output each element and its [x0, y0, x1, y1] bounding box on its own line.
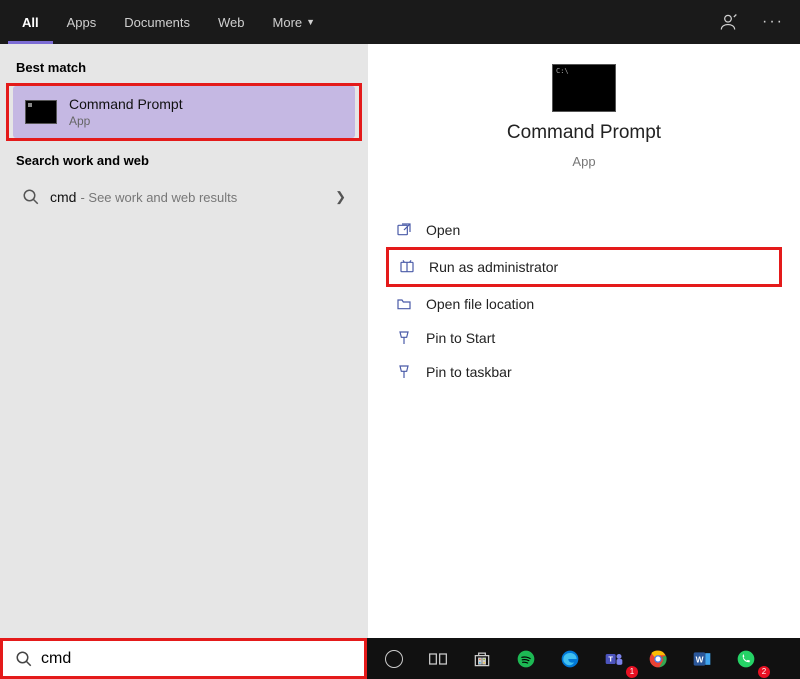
- search-input[interactable]: [41, 641, 364, 676]
- folder-icon: [396, 296, 412, 312]
- web-query-text: cmd: [50, 189, 76, 205]
- action-label: Pin to Start: [426, 330, 495, 346]
- search-web-label: Search work and web: [4, 147, 364, 176]
- tab-more-label: More: [273, 15, 303, 30]
- tab-documents[interactable]: Documents: [110, 0, 204, 44]
- action-pin-to-start[interactable]: Pin to Start: [386, 321, 782, 355]
- action-label: Open file location: [426, 296, 534, 312]
- command-prompt-icon: [552, 64, 616, 112]
- action-run-as-administrator[interactable]: Run as administrator: [386, 247, 782, 287]
- result-title: Command Prompt: [69, 96, 183, 112]
- taskbar-search[interactable]: [0, 638, 367, 679]
- action-open[interactable]: Open: [386, 213, 782, 247]
- result-subtitle: App: [69, 114, 183, 128]
- feedback-icon[interactable]: [718, 12, 738, 32]
- svg-text:W: W: [696, 654, 704, 664]
- start-search-panel: All Apps Documents Web More ▼ ··· Best m…: [0, 0, 800, 638]
- best-match-label: Best match: [4, 54, 364, 83]
- detail-panel: Command Prompt App Open Run as administr…: [368, 44, 800, 638]
- svg-text:T: T: [608, 654, 613, 663]
- pin-icon: [396, 364, 412, 380]
- tab-apps[interactable]: Apps: [53, 0, 111, 44]
- search-icon: [22, 188, 40, 206]
- web-hint-text: - See work and web results: [80, 190, 237, 205]
- detail-title: Command Prompt: [507, 122, 661, 144]
- action-label: Run as administrator: [429, 259, 558, 275]
- teams-icon[interactable]: T 1: [593, 643, 635, 675]
- pin-icon: [396, 330, 412, 346]
- search-filter-tabs: All Apps Documents Web More ▼ ···: [0, 0, 800, 44]
- tab-web[interactable]: Web: [204, 0, 259, 44]
- tab-all[interactable]: All: [8, 0, 53, 44]
- task-view-icon[interactable]: [417, 643, 459, 675]
- search-icon: [15, 650, 33, 668]
- whatsapp-icon[interactable]: 2: [725, 643, 767, 675]
- notification-badge: 1: [626, 666, 638, 678]
- results-column: Best match Command Prompt App Search wor…: [0, 44, 368, 638]
- cortana-icon[interactable]: [373, 643, 415, 675]
- action-label: Pin to taskbar: [426, 364, 512, 380]
- action-open-file-location[interactable]: Open file location: [386, 287, 782, 321]
- notification-badge: 2: [758, 666, 770, 678]
- best-match-result[interactable]: Command Prompt App: [13, 86, 355, 138]
- open-icon: [396, 222, 412, 238]
- web-search-result[interactable]: cmd - See work and web results ❯: [8, 178, 360, 216]
- action-label: Open: [426, 222, 460, 238]
- more-options-icon[interactable]: ···: [754, 9, 792, 35]
- chevron-down-icon: ▼: [306, 17, 315, 27]
- shield-icon: [399, 259, 415, 275]
- word-icon[interactable]: W: [681, 643, 723, 675]
- spotify-icon[interactable]: [505, 643, 547, 675]
- chrome-icon[interactable]: [637, 643, 679, 675]
- edge-icon[interactable]: [549, 643, 591, 675]
- tab-more[interactable]: More ▼: [259, 0, 330, 44]
- command-prompt-icon: [25, 100, 57, 124]
- action-pin-to-taskbar[interactable]: Pin to taskbar: [386, 355, 782, 389]
- chevron-right-icon: ❯: [335, 189, 346, 205]
- taskbar: T 1 W 2: [0, 638, 800, 679]
- detail-subtitle: App: [572, 154, 595, 169]
- microsoft-store-icon[interactable]: [461, 643, 503, 675]
